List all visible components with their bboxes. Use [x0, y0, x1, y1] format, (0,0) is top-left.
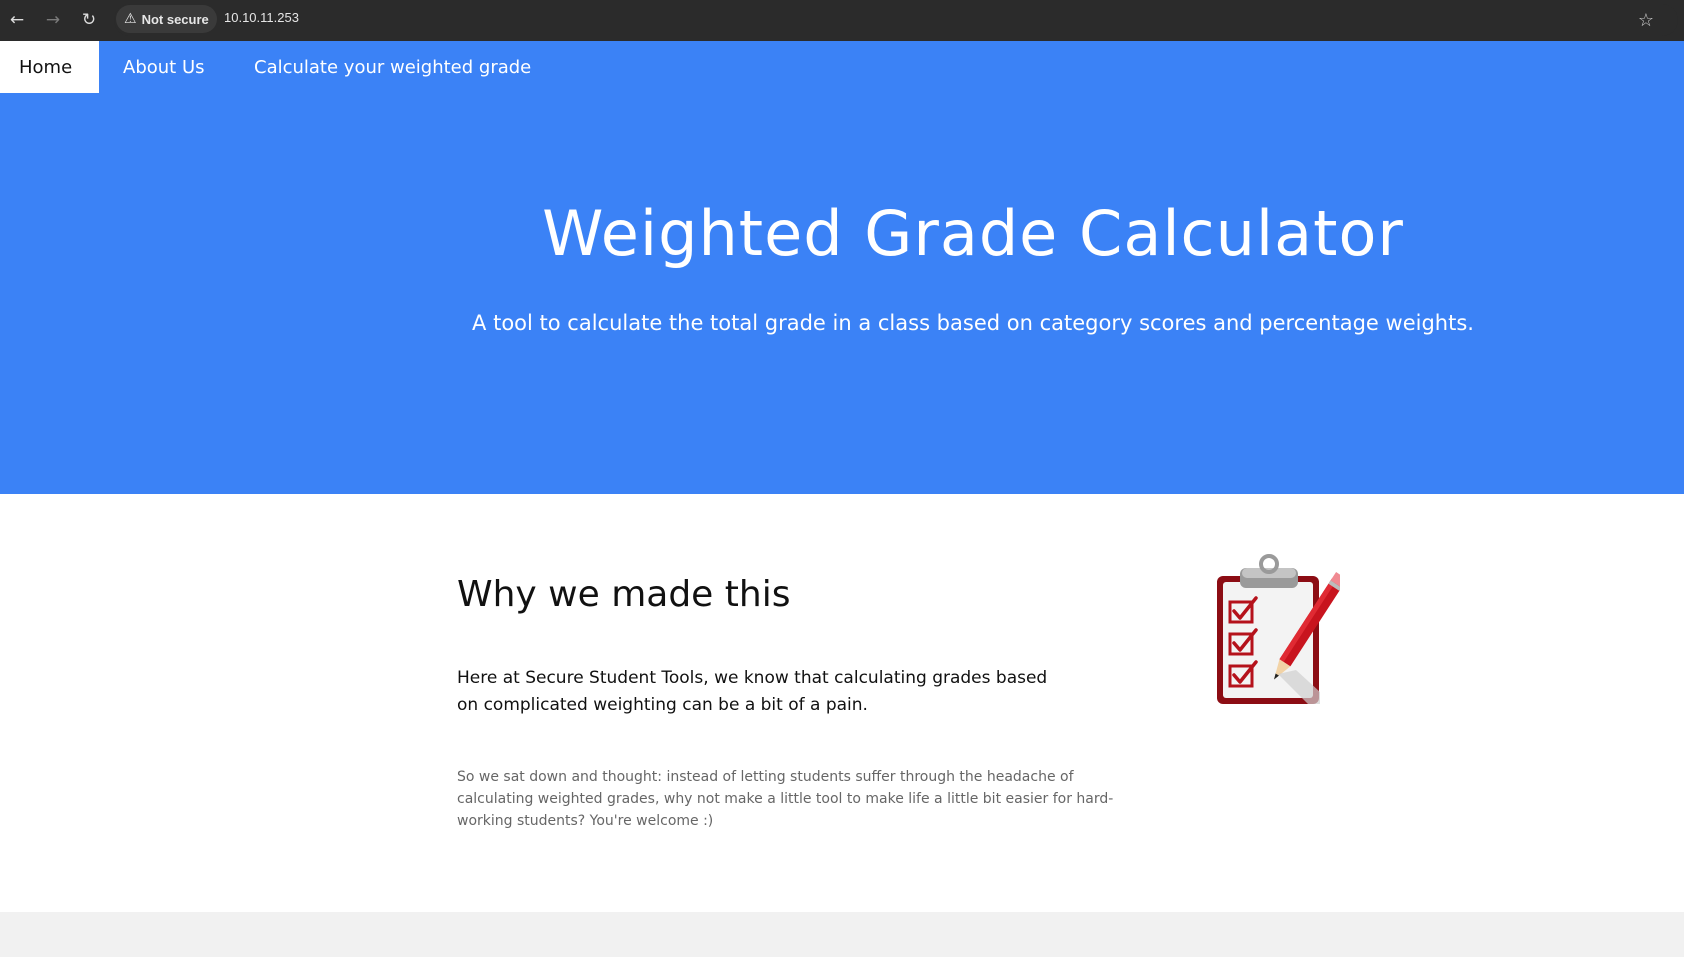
nav-home[interactable]: Home: [0, 41, 99, 93]
bookmark-button[interactable]: ☆: [1633, 7, 1659, 33]
section-body: So we sat down and thought: instead of l…: [457, 769, 1114, 829]
hero-subtitle-text: A tool to calculate the total grade in a…: [472, 311, 1474, 335]
footer-strip: [0, 912, 1684, 957]
hero-subtitle: A tool to calculate the total grade in a…: [0, 311, 1684, 335]
security-label: Not secure: [141, 11, 209, 27]
nav-calculate[interactable]: Calculate your weighted grade: [235, 41, 550, 93]
reload-icon: ↻: [81, 10, 97, 30]
address-bar[interactable]: [114, 4, 1678, 36]
clipboard-checklist-icon: [1217, 554, 1340, 704]
page-title: Weighted Grade Calculator: [542, 197, 1404, 270]
about-section: Why we made this Here at Secure Student …: [0, 494, 1684, 912]
back-button[interactable]: ←: [5, 8, 29, 32]
arrow-right-icon: →: [45, 10, 61, 30]
star-icon: ☆: [1637, 9, 1655, 31]
security-indicator[interactable]: ⚠ Not secure: [116, 5, 217, 33]
browser-toolbar: ← → ↻ ⚠ Not secure 10.10.11.253 ☆: [0, 0, 1684, 41]
section-lead: Here at Secure Student Tools, we know th…: [457, 668, 1048, 715]
url-text[interactable]: 10.10.11.253: [224, 10, 299, 25]
warning-icon: ⚠: [124, 11, 137, 27]
site-navbar: Home About Us Calculate your weighted gr…: [0, 41, 1684, 93]
reload-button[interactable]: ↻: [77, 8, 101, 32]
arrow-left-icon: ←: [9, 10, 25, 30]
section-heading: Why we made this: [457, 574, 791, 615]
hero-banner: Weighted Grade Calculator A tool to calc…: [0, 93, 1684, 494]
forward-button[interactable]: →: [41, 8, 65, 32]
nav-about-us[interactable]: About Us: [104, 41, 224, 93]
